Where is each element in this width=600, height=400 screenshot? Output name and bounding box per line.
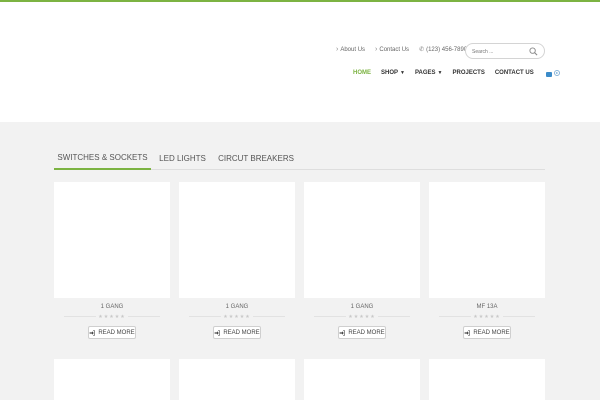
search-input[interactable] bbox=[472, 47, 528, 56]
sign-in-icon bbox=[464, 329, 471, 336]
rating-stars: ★★★★★ bbox=[471, 314, 503, 320]
nav-item-label: CONTACT US bbox=[494, 70, 534, 76]
nav-item-shop[interactable]: SHOP ▼ bbox=[381, 70, 405, 76]
chevron-right-icon: › bbox=[336, 46, 339, 53]
search-box bbox=[465, 43, 545, 59]
top-links: › About Us › Contact Us ✆ (123) 456-7890 bbox=[336, 46, 467, 53]
caret-down-icon: ▼ bbox=[400, 70, 405, 76]
shopping-bag-icon bbox=[545, 71, 552, 77]
nav-item-label: PROJECTS bbox=[452, 70, 485, 76]
tab-circut-breakers[interactable]: CIRCUT BREAKERS bbox=[218, 146, 294, 170]
rating-stars: ★★★★★ bbox=[221, 314, 253, 320]
read-more-label: READ MORE bbox=[473, 329, 510, 336]
nav-item-label: SHOP bbox=[381, 70, 399, 76]
nav-item-pages[interactable]: PAGES ▼ bbox=[415, 70, 443, 76]
product-image[interactable] bbox=[304, 359, 420, 400]
cart-count: 0 bbox=[553, 70, 560, 76]
phone-icon: ✆ bbox=[419, 47, 425, 53]
nav-item-contact-us[interactable]: CONTACT US bbox=[495, 70, 534, 76]
site-header: › About Us › Contact Us ✆ (123) 456-7890… bbox=[0, 2, 600, 122]
read-more-label: READ MORE bbox=[223, 329, 260, 336]
read-more-button[interactable]: READ MORE bbox=[463, 326, 511, 339]
product-image[interactable] bbox=[54, 182, 170, 298]
product-card: 1 GANG ★★★★★ READ MORE bbox=[54, 182, 170, 339]
nav-item-projects[interactable]: PROJECTS bbox=[452, 70, 484, 76]
product-tabs: SWITCHES & SOCKETS LED LIGHTS CIRCUT BRE… bbox=[54, 146, 545, 170]
product-image[interactable] bbox=[304, 182, 420, 298]
product-card: MF 13A ★★★★★ READ MORE bbox=[429, 182, 545, 339]
nav-item-home[interactable]: HOME bbox=[353, 70, 371, 76]
chevron-right-icon: › bbox=[375, 46, 378, 53]
product-image[interactable] bbox=[179, 182, 295, 298]
product-card: 1 GANG ★★★★★ READ MORE bbox=[179, 182, 295, 339]
search-icon[interactable] bbox=[529, 47, 538, 56]
read-more-button[interactable]: READ MORE bbox=[213, 326, 261, 339]
product-image[interactable] bbox=[429, 359, 545, 400]
sign-in-icon bbox=[339, 329, 346, 336]
phone-number: (123) 456-7890 bbox=[426, 46, 468, 53]
product-image[interactable] bbox=[179, 359, 295, 400]
product-card: 1 GANG ★★★★★ READ MORE bbox=[304, 182, 420, 339]
nav-item-label: PAGES bbox=[414, 70, 436, 76]
tab-led-lights[interactable]: LED LIGHTS bbox=[158, 146, 207, 170]
rating-stars: ★★★★★ bbox=[346, 314, 378, 320]
product-name[interactable]: 1 GANG bbox=[54, 303, 170, 311]
phone-link[interactable]: ✆ (123) 456-7890 bbox=[419, 46, 468, 54]
product-name[interactable]: 1 GANG bbox=[304, 303, 420, 311]
sign-in-icon bbox=[89, 329, 96, 336]
product-image[interactable] bbox=[429, 182, 545, 298]
product-name[interactable]: MF 13A bbox=[429, 303, 545, 311]
product-image[interactable] bbox=[54, 359, 170, 400]
sign-in-icon bbox=[214, 329, 221, 336]
read-more-button[interactable]: READ MORE bbox=[88, 326, 136, 339]
read-more-button[interactable]: READ MORE bbox=[338, 326, 386, 339]
read-more-label: READ MORE bbox=[98, 329, 135, 336]
rating-stars: ★★★★★ bbox=[96, 314, 128, 320]
main-nav: HOME SHOP ▼ PAGES ▼ PROJECTS CONTACT US … bbox=[353, 70, 560, 77]
about-us-link[interactable]: › About Us bbox=[336, 46, 365, 53]
read-more-label: READ MORE bbox=[348, 329, 385, 336]
contact-us-link[interactable]: › Contact Us bbox=[375, 46, 409, 53]
about-us-label: About Us bbox=[340, 46, 366, 53]
nav-item-label: HOME bbox=[353, 70, 371, 76]
tab-switches-sockets[interactable]: SWITCHES & SOCKETS bbox=[54, 146, 151, 170]
caret-down-icon: ▼ bbox=[437, 70, 443, 76]
contact-us-label: Contact Us bbox=[379, 46, 410, 53]
product-name[interactable]: 1 GANG bbox=[179, 303, 295, 311]
cart-button[interactable]: 0 bbox=[545, 70, 560, 77]
